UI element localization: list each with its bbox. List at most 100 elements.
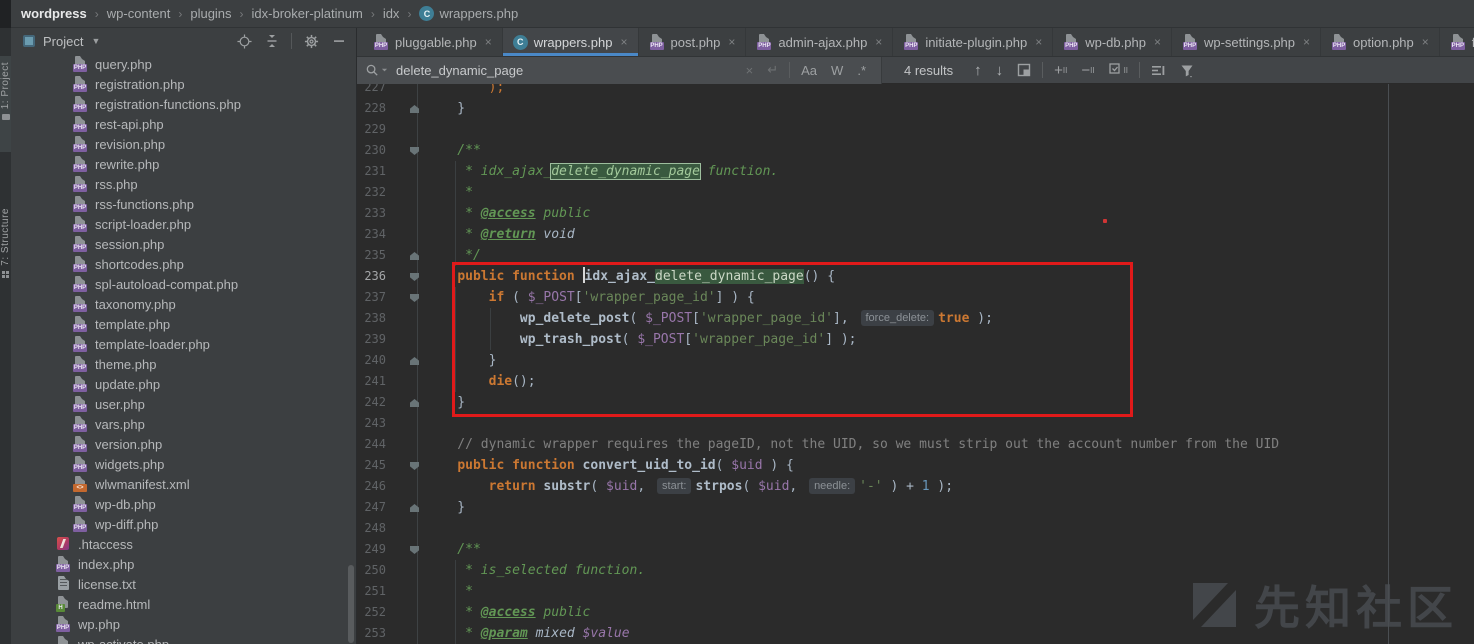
fold-marker-icon[interactable] — [410, 504, 419, 512]
editor-tab-wp-db-php[interactable]: PHPwp-db.php× — [1053, 28, 1172, 56]
html-file-icon: H — [55, 596, 71, 612]
tree-item-template-loader-php[interactable]: PHPtemplate-loader.php — [11, 334, 356, 354]
editor-tab-wrappers-php[interactable]: Cwrappers.php× — [503, 28, 639, 56]
tree-item-rest-api-php[interactable]: PHPrest-api.php — [11, 114, 356, 134]
tree-item-rss-php[interactable]: PHPrss.php — [11, 174, 356, 194]
project-scrollbar[interactable] — [348, 565, 354, 643]
editor-tab-admin-ajax-php[interactable]: PHPadmin-ajax.php× — [746, 28, 893, 56]
locate-file-icon[interactable] — [235, 32, 253, 50]
fold-marker-icon[interactable] — [410, 147, 419, 155]
fold-marker-icon[interactable] — [410, 294, 419, 302]
breadcrumb-item[interactable]: idx-broker-platinum — [250, 6, 365, 21]
breadcrumb-item[interactable]: plugins — [188, 6, 233, 21]
line-number: 241 — [357, 371, 386, 392]
editor-tab-pluggable-php[interactable]: PHPpluggable.php× — [363, 28, 503, 56]
select-all-occurrences-button[interactable]: II — [1109, 63, 1128, 77]
editor-tab-post-php[interactable]: PHPpost.php× — [639, 28, 747, 56]
tree-item-registration-php[interactable]: PHPregistration.php — [11, 74, 356, 94]
search-input[interactable]: delete_dynamic_page × ↵ Aa W .* — [357, 57, 882, 84]
annotation-red-box — [452, 262, 1133, 417]
tree-item-index-php[interactable]: PHPindex.php — [11, 554, 356, 574]
tree-item-registration-functions-php[interactable]: PHPregistration-functions.php — [11, 94, 356, 114]
fold-column — [386, 203, 423, 224]
editor-tab-functions-php[interactable]: PHPfunctions.php× — [1440, 28, 1474, 56]
editor-tab-wp-settings-php[interactable]: PHPwp-settings.php× — [1172, 28, 1321, 56]
fold-marker-icon[interactable] — [410, 399, 419, 407]
tree-item-wp-activate-php[interactable]: PHPwp-activate.php — [11, 634, 356, 644]
match-case-toggle[interactable]: Aa — [801, 63, 817, 78]
tree-item-widgets-php[interactable]: PHPwidgets.php — [11, 454, 356, 474]
tool-tab-project[interactable]: 1: Project — [0, 56, 11, 152]
breadcrumb-item[interactable]: idx — [381, 6, 402, 21]
breadcrumb-item[interactable]: wordpress — [19, 6, 89, 21]
tree-item-shortcodes-php[interactable]: PHPshortcodes.php — [11, 254, 356, 274]
tree-item-rewrite-php[interactable]: PHPrewrite.php — [11, 154, 356, 174]
clear-search-icon[interactable]: × — [746, 63, 754, 78]
add-selection-button[interactable]: +II — [1054, 62, 1067, 79]
tool-tab-structure[interactable]: 7: Structure — [0, 208, 11, 326]
tab-close-icon[interactable]: × — [1303, 35, 1310, 49]
editor-tab-initiate-plugin-php[interactable]: PHPinitiate-plugin.php× — [893, 28, 1053, 56]
fold-marker-icon[interactable] — [410, 105, 419, 113]
tab-close-icon[interactable]: × — [728, 35, 735, 49]
php-file-icon: PHP — [72, 516, 88, 532]
editor-tab-option-php[interactable]: PHPoption.php× — [1321, 28, 1440, 56]
tree-item-label: wlwmanifest.xml — [95, 477, 190, 492]
fold-marker-icon[interactable] — [410, 273, 419, 281]
tree-item-wlwmanifest-xml[interactable]: <>wlwmanifest.xml — [11, 474, 356, 494]
chevron-down-icon[interactable]: ▼ — [91, 36, 100, 46]
regex-toggle[interactable]: .* — [857, 63, 866, 78]
tree-item-spl-autoload-compat-php[interactable]: PHPspl-autoload-compat.php — [11, 274, 356, 294]
previous-occurrence-button[interactable]: ↑ — [974, 62, 982, 79]
tree-item-taxonomy-php[interactable]: PHPtaxonomy.php — [11, 294, 356, 314]
tree-item-query-php[interactable]: PHPquery.php — [11, 54, 356, 74]
tree-item-wp-db-php[interactable]: PHPwp-db.php — [11, 494, 356, 514]
tree-item-revision-php[interactable]: PHPrevision.php — [11, 134, 356, 154]
tab-close-icon[interactable]: × — [1422, 35, 1429, 49]
tree-item-version-php[interactable]: PHPversion.php — [11, 434, 356, 454]
tree-item-label: registration.php — [95, 77, 185, 92]
newline-icon[interactable]: ↵ — [767, 62, 778, 78]
tree-item-wp-php[interactable]: PHPwp.php — [11, 614, 356, 634]
tree-item-license-txt[interactable]: license.txt — [11, 574, 356, 594]
collapse-all-icon[interactable] — [263, 32, 281, 50]
tab-close-icon[interactable]: × — [875, 35, 882, 49]
tree-item--htaccess[interactable]: .htaccess — [11, 534, 356, 554]
breadcrumb-item[interactable]: Cwrappers.php — [417, 6, 520, 21]
tree-item-user-php[interactable]: PHPuser.php — [11, 394, 356, 414]
tree-item-theme-php[interactable]: PHPtheme.php — [11, 354, 356, 374]
tab-close-icon[interactable]: × — [621, 35, 628, 49]
breadcrumb-item[interactable]: wp-content — [105, 6, 173, 21]
remove-selection-button[interactable]: −II — [1081, 62, 1094, 79]
php-file-icon: PHP — [1063, 34, 1079, 50]
tab-close-icon[interactable]: × — [1154, 35, 1161, 49]
search-query-text[interactable]: delete_dynamic_page — [396, 63, 739, 78]
tree-item-wp-diff-php[interactable]: PHPwp-diff.php — [11, 514, 356, 534]
search-filter-funnel-icon[interactable] — [1180, 63, 1195, 78]
code-editor[interactable]: 227 );228 }229230 /**231 * idx_ajax_dele… — [357, 84, 1474, 644]
settings-gear-icon[interactable] — [302, 32, 320, 50]
tree-item-session-php[interactable]: PHPsession.php — [11, 234, 356, 254]
open-in-find-window-icon[interactable] — [1017, 63, 1031, 77]
words-toggle[interactable]: W — [831, 63, 843, 78]
tab-close-icon[interactable]: × — [1035, 35, 1042, 49]
hide-panel-icon[interactable] — [330, 32, 348, 50]
tree-item-readme-html[interactable]: Hreadme.html — [11, 594, 356, 614]
fold-marker-icon[interactable] — [410, 357, 419, 365]
search-icon[interactable] — [365, 63, 388, 78]
tree-item-script-loader-php[interactable]: PHPscript-loader.php — [11, 214, 356, 234]
tree-item-template-php[interactable]: PHPtemplate.php — [11, 314, 356, 334]
txt-file-icon — [55, 576, 71, 592]
project-panel-title[interactable]: Project — [43, 34, 83, 49]
tab-close-icon[interactable]: × — [485, 35, 492, 49]
fold-marker-icon[interactable] — [410, 252, 419, 260]
fold-marker-icon[interactable] — [410, 462, 419, 470]
fold-marker-icon[interactable] — [410, 546, 419, 554]
next-occurrence-button[interactable]: ↓ — [996, 62, 1004, 79]
tree-item-vars-php[interactable]: PHPvars.php — [11, 414, 356, 434]
tree-item-rss-functions-php[interactable]: PHPrss-functions.php — [11, 194, 356, 214]
tree-item-update-php[interactable]: PHPupdate.php — [11, 374, 356, 394]
tree-item-label: vars.php — [95, 417, 145, 432]
parameter-hint: start: — [657, 478, 691, 494]
filter-lines-icon[interactable] — [1151, 64, 1166, 77]
